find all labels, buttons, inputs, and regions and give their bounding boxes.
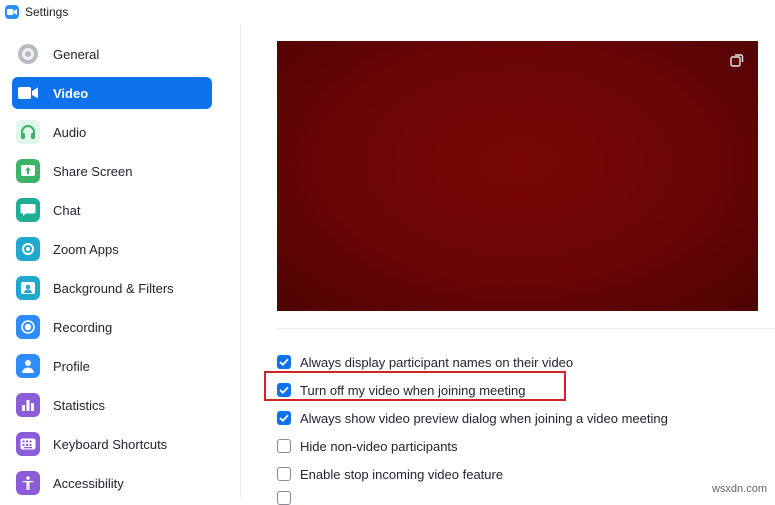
sidebar-item-label: Background & Filters — [53, 280, 174, 296]
video-settings-panel: Always display participant names on thei… — [241, 24, 775, 505]
apps-icon — [16, 237, 40, 261]
sidebar-item-share-screen[interactable]: Share Screen — [12, 155, 212, 187]
title-bar: Settings — [0, 0, 775, 24]
video-camera-icon — [16, 81, 40, 105]
sidebar-item-label: Video — [53, 85, 89, 101]
option-partially-visible[interactable] — [277, 491, 291, 505]
sidebar-item-label: Audio — [53, 124, 87, 140]
sidebar-item-label: Profile — [53, 358, 90, 374]
headphones-icon — [16, 120, 40, 144]
person-icon — [16, 354, 40, 378]
checkmark-icon — [279, 414, 289, 422]
checkbox-checked[interactable] — [277, 355, 291, 369]
sidebar-item-zoom-apps[interactable]: Zoom Apps — [12, 233, 212, 265]
checkbox-unchecked[interactable] — [277, 491, 291, 505]
checkbox-unchecked[interactable] — [277, 467, 291, 481]
rotate-camera-button[interactable] — [726, 49, 748, 71]
bar-chart-icon — [16, 393, 40, 417]
sidebar-item-recording[interactable]: Recording — [12, 311, 212, 343]
sidebar-item-chat[interactable]: Chat — [12, 194, 212, 226]
sidebar-item-background-filters[interactable]: Background & Filters — [12, 272, 212, 304]
sidebar-item-statistics[interactable]: Statistics — [12, 389, 212, 421]
accessibility-icon — [16, 471, 40, 495]
record-icon — [16, 315, 40, 339]
option-label: Always display participant names on thei… — [300, 354, 574, 370]
sidebar-item-label: Accessibility — [53, 475, 124, 491]
watermark: wsxdn.com — [711, 483, 767, 495]
background-filters-icon — [16, 276, 40, 300]
gear-icon — [16, 42, 40, 66]
sidebar-item-keyboard-shortcuts[interactable]: Keyboard Shortcuts — [12, 428, 212, 460]
sidebar-item-label: Share Screen — [53, 163, 133, 179]
sidebar-item-label: General — [53, 46, 100, 62]
rotate-camera-icon — [730, 54, 744, 67]
sidebar-item-audio[interactable]: Audio — [12, 116, 212, 148]
sidebar-item-label: Statistics — [53, 397, 106, 413]
sidebar-item-label: Chat — [53, 202, 81, 218]
sidebar-item-label: Keyboard Shortcuts — [53, 436, 168, 452]
keyboard-icon — [16, 432, 40, 456]
option-label: Hide non-video participants — [300, 438, 458, 454]
chat-bubble-icon — [16, 198, 40, 222]
checkbox-unchecked[interactable] — [277, 439, 291, 453]
sidebar-item-video[interactable]: Video — [12, 77, 212, 109]
sidebar-item-label: Recording — [53, 319, 113, 335]
option-stop-incoming-video[interactable]: Enable stop incoming video feature — [277, 464, 503, 484]
option-label: Always show video preview dialog when jo… — [300, 410, 668, 426]
zoom-app-icon — [5, 5, 19, 19]
sidebar-item-accessibility[interactable]: Accessibility — [12, 467, 212, 499]
share-screen-icon — [16, 159, 40, 183]
option-show-video-preview-dialog[interactable]: Always show video preview dialog when jo… — [277, 408, 668, 428]
option-hide-non-video-participants[interactable]: Hide non-video participants — [277, 436, 458, 456]
option-display-participant-names[interactable]: Always display participant names on thei… — [277, 352, 573, 372]
sidebar-item-label: Zoom Apps — [53, 241, 119, 257]
video-preview — [277, 41, 758, 311]
sidebar-item-profile[interactable]: Profile — [12, 350, 212, 382]
sidebar-item-general[interactable]: General — [12, 38, 212, 70]
settings-sidebar: General Video Audio Share Screen Chat Zo… — [0, 24, 241, 498]
divider — [277, 328, 775, 329]
checkbox-checked[interactable] — [277, 411, 291, 425]
annotation-highlight-box — [264, 371, 566, 401]
option-label: Enable stop incoming video feature — [300, 466, 504, 482]
window-title: Settings — [25, 5, 69, 19]
checkmark-icon — [279, 358, 289, 366]
